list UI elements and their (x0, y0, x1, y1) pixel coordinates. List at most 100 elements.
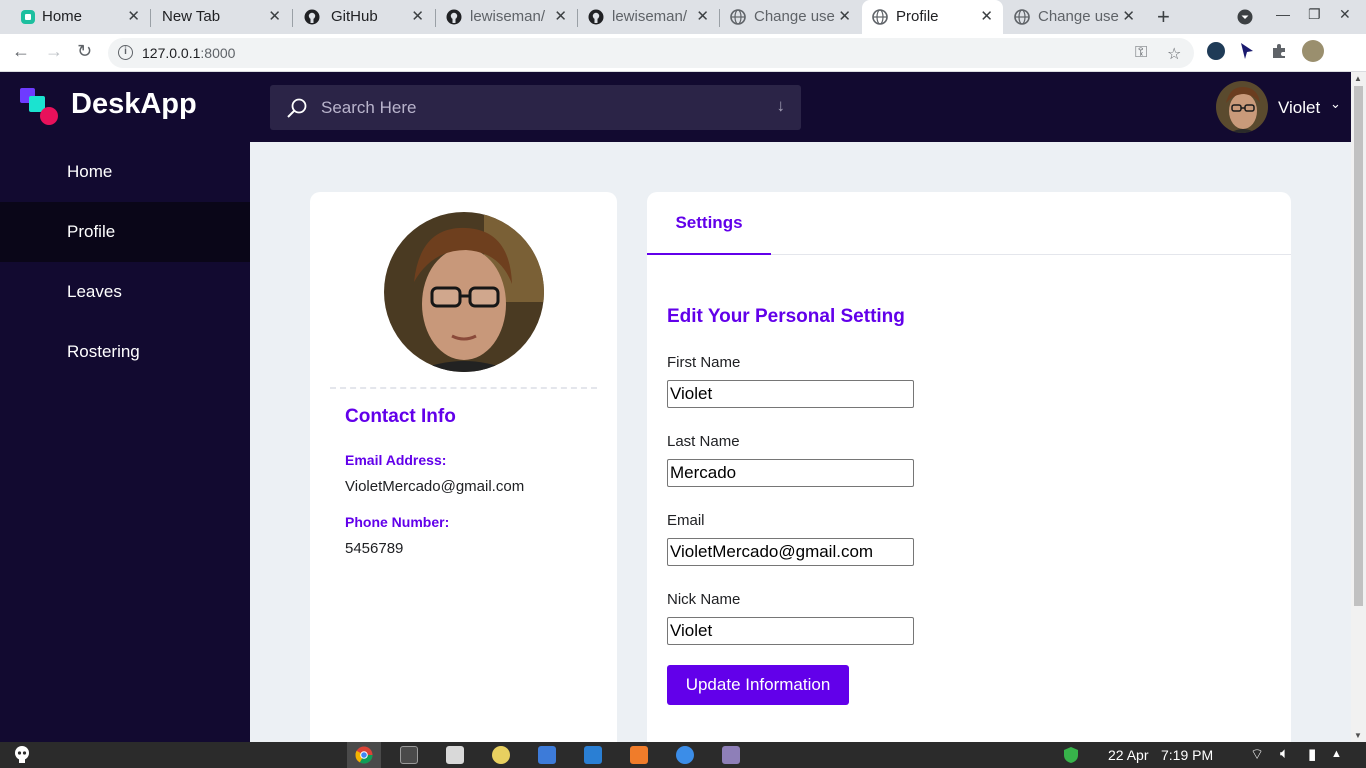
volume-icon[interactable]: 🔈︎ (1280, 745, 1289, 762)
browser-tab-new-tab[interactable]: New Tab ✕ (151, 0, 291, 34)
profile-photo-image (384, 212, 544, 372)
email-label: Email Address: (345, 452, 447, 468)
music-player-icon[interactable] (492, 746, 510, 764)
minimize-icon[interactable]: — (1276, 6, 1290, 22)
forward-arrow-icon[interactable]: → (45, 41, 63, 62)
avatar[interactable] (1216, 81, 1268, 133)
puzzle-extensions-icon[interactable] (1271, 43, 1287, 59)
first-name-label: First Name (667, 354, 741, 371)
search-box: ↓ (270, 85, 801, 130)
address-bar[interactable]: i 127.0.0.1:8000 ⚿ ☆ (108, 38, 1194, 68)
close-icon[interactable]: ✕ (696, 7, 709, 25)
phone-label: Phone Number: (345, 514, 450, 530)
sidebar-item-rostering[interactable]: Rostering (0, 322, 250, 382)
browser-toolbar: ← → ↻ i 127.0.0.1:8000 ⚿ ☆ (0, 34, 1366, 72)
os-taskbar: 22 Apr 7:19 PM ⌔ 🔈︎ ▮ ▲ (0, 742, 1366, 768)
user-name: Violet (1278, 98, 1321, 117)
scrollbar-thumb[interactable] (1354, 86, 1363, 606)
browser-tab-change-user-2[interactable]: Change use ✕ (1004, 0, 1145, 34)
email-field-label: Email (667, 512, 705, 529)
address-url: 127.0.0.1:8000 (142, 45, 235, 61)
arrow-down-icon[interactable]: ↓ (777, 96, 786, 116)
divider (330, 387, 597, 389)
contact-info-title: Contact Info (345, 406, 456, 427)
user-menu[interactable]: Violet ⌄ (1216, 81, 1346, 133)
last-name-field[interactable] (667, 459, 914, 487)
close-icon[interactable]: ✕ (268, 7, 281, 25)
tab-search-icon[interactable] (1237, 9, 1253, 25)
bookmark-star-icon[interactable]: ☆ (1167, 44, 1181, 64)
document-icon[interactable] (538, 746, 556, 764)
close-icon[interactable]: ✕ (554, 7, 567, 25)
terminal-icon[interactable] (400, 746, 418, 764)
close-icon[interactable]: ✕ (127, 7, 140, 25)
scroll-up-icon[interactable]: ▲ (1354, 74, 1362, 83)
chrome-icon[interactable] (355, 746, 373, 764)
browser-tab-change-user-1[interactable]: Change use ✕ (720, 0, 861, 34)
browser-tab-lewiseman-1[interactable]: lewiseman/ ✕ (436, 0, 577, 34)
app-launcher-icon[interactable] (722, 746, 740, 764)
profile-photo (384, 212, 544, 372)
phone-value: 5456789 (345, 540, 404, 557)
taskbar-date[interactable]: 22 Apr (1108, 747, 1148, 763)
search-input[interactable] (321, 97, 741, 119)
settings-form-title: Edit Your Personal Setting (667, 306, 905, 327)
profile-card: Contact Info Email Address: VioletMercad… (310, 192, 617, 742)
new-tab-plus-icon[interactable]: + (1157, 4, 1170, 30)
file-manager-icon[interactable] (446, 746, 464, 764)
close-icon[interactable]: ✕ (838, 7, 851, 25)
cursor-extension-icon[interactable] (1239, 42, 1255, 60)
browser-tab-label: New Tab (162, 8, 221, 25)
browser-tab-github[interactable]: GitHub ✕ (293, 0, 434, 34)
tray-expand-icon[interactable]: ▲ (1331, 748, 1342, 760)
sidebar-item-home[interactable]: Home (0, 142, 250, 202)
update-information-button[interactable]: Update Information (667, 665, 849, 705)
profile-avatar-icon[interactable] (1302, 40, 1324, 62)
browser-tab-label: lewiseman/ (470, 8, 546, 25)
close-icon[interactable]: ✕ (411, 7, 424, 25)
app-favicon-icon (21, 10, 35, 24)
reload-icon[interactable]: ↻ (77, 41, 92, 62)
browser-tab-strip: Home ✕ New Tab ✕ GitHub ✕ lewiseman/ ✕ l… (0, 0, 1366, 34)
email-field[interactable] (667, 538, 914, 566)
sidebar-item-profile[interactable]: Profile (0, 202, 250, 262)
first-name-field[interactable] (667, 380, 914, 408)
chevron-down-icon[interactable]: ⌄ (1330, 96, 1341, 112)
email-value: VioletMercado@gmail.com (345, 478, 525, 495)
sidebar-item-leaves[interactable]: Leaves (0, 262, 250, 322)
back-arrow-icon[interactable]: ← (12, 41, 30, 62)
close-window-icon[interactable]: ✕ (1339, 6, 1351, 23)
brand-name: DeskApp (71, 88, 197, 120)
browser-tab-label: lewiseman/ (612, 8, 688, 25)
globe-icon (1014, 9, 1030, 25)
app-window: DeskApp Home Profile Leaves Rostering ↓ (0, 72, 1351, 742)
software-center-icon[interactable] (630, 746, 648, 764)
key-icon[interactable]: ⚿ (1135, 44, 1147, 62)
restore-icon[interactable]: ❐ (1308, 6, 1321, 23)
battery-icon[interactable]: ▮ (1308, 745, 1316, 763)
page-scrollbar[interactable]: ▲ ▼ (1351, 72, 1366, 742)
taskbar-time[interactable]: 7:19 PM (1161, 747, 1213, 763)
browser-tab-profile[interactable]: Profile ✕ (862, 0, 1003, 34)
globe-icon (872, 9, 888, 25)
last-name-label: Last Name (667, 433, 740, 450)
shield-icon[interactable] (1064, 747, 1078, 763)
search-icon[interactable] (286, 97, 308, 119)
tab-settings[interactable]: Settings (647, 192, 771, 255)
browser-tab-home[interactable]: Home ✕ (0, 0, 150, 34)
browser-tab-label: Home (42, 8, 83, 25)
vscode-icon[interactable] (584, 746, 602, 764)
extension-icon[interactable] (1207, 42, 1225, 60)
browser-tab-label: Change use (754, 8, 835, 25)
wifi-icon[interactable]: ⌔ (1250, 745, 1264, 764)
site-info-icon[interactable]: i (118, 45, 133, 60)
close-icon[interactable]: ✕ (980, 7, 993, 25)
scroll-down-icon[interactable]: ▼ (1354, 731, 1362, 740)
browser-tab-label: Change use (1038, 8, 1119, 25)
close-icon[interactable]: ✕ (1122, 7, 1135, 25)
nick-name-field[interactable] (667, 617, 914, 645)
start-menu-icon[interactable] (14, 746, 30, 764)
help-icon[interactable] (676, 746, 694, 764)
github-icon (304, 9, 320, 25)
browser-tab-lewiseman-2[interactable]: lewiseman/ ✕ (578, 0, 719, 34)
